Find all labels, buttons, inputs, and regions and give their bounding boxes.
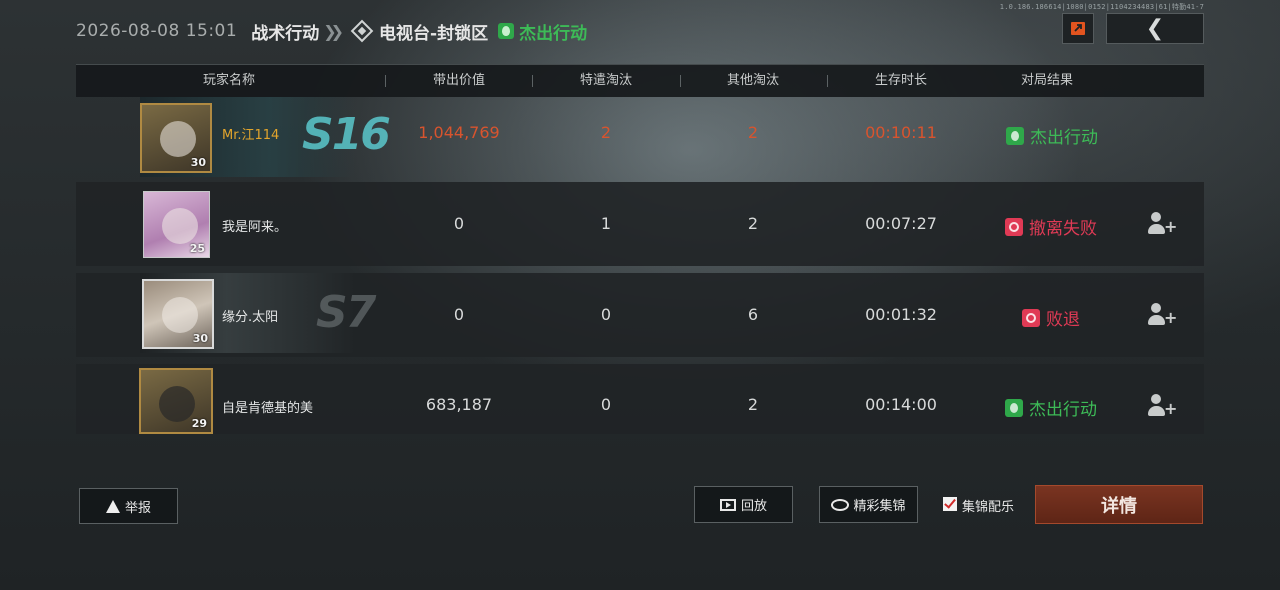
- player-name: Mr.江114: [222, 128, 280, 143]
- col-divider: [385, 75, 386, 87]
- season-badge: S16: [302, 109, 391, 160]
- replay-button[interactable]: 回放: [694, 486, 793, 523]
- table-row[interactable]: 29 自是肯德基的美 683,187 0 2 00:14:00 杰出行动 +: [76, 364, 1204, 434]
- col-other-elims: 其他淘汰: [726, 73, 779, 88]
- success-flame-icon: [1006, 126, 1024, 145]
- col-divider: [680, 75, 681, 87]
- warning-icon: [105, 499, 120, 513]
- special-elims-cell: 0: [600, 395, 612, 414]
- map-diamond-icon: [350, 19, 374, 43]
- survival-cell: 00:01:32: [865, 305, 937, 324]
- table-header: 玩家名称 带出价值 特遣淘汰 其他淘汰 生存时长 对局结果: [76, 64, 1204, 97]
- highlights-label: 精彩集锦: [853, 499, 906, 514]
- special-elims-cell: 2: [600, 123, 612, 142]
- result-label: 撤离失败: [1029, 219, 1097, 239]
- player-name: 缘分.太阳: [222, 310, 279, 325]
- fail-icon: [1022, 308, 1040, 327]
- col-survival: 生存时长: [874, 73, 927, 88]
- avatar: 30: [142, 279, 214, 349]
- other-elims-cell: 2: [747, 123, 759, 142]
- value-cell: 0: [453, 214, 465, 233]
- col-special-elims: 特遣淘汰: [579, 73, 632, 88]
- film-icon: [719, 498, 736, 511]
- col-value: 带出价值: [432, 73, 485, 88]
- result-label: 败退: [1046, 310, 1080, 330]
- other-elims-cell: 2: [747, 395, 759, 414]
- highlights-button[interactable]: 精彩集锦: [819, 486, 918, 523]
- table-row[interactable]: 25 我是阿来。 0 1 2 00:07:27 撤离失败 +: [76, 182, 1204, 266]
- player-level: 30: [190, 156, 206, 169]
- table-row[interactable]: S7 30 缘分.太阳 0 0 6 00:01:32 败退 +: [76, 273, 1204, 357]
- special-elims-cell: 1: [600, 214, 612, 233]
- success-flame-icon: [498, 23, 515, 39]
- chevron-right-icon: ❯❯: [323, 21, 344, 41]
- version-text: 1.0.186.186614|1080|0152|1104234483|61|特…: [999, 3, 1204, 11]
- result-cell: 撤离失败: [1005, 214, 1097, 239]
- details-button[interactable]: 详情: [1035, 485, 1203, 524]
- survival-cell: 00:07:27: [865, 214, 937, 233]
- avatar: 29: [139, 368, 213, 434]
- music-checkbox[interactable]: [943, 497, 957, 511]
- special-elims-cell: 0: [600, 305, 612, 324]
- player-level: 25: [189, 242, 205, 255]
- match-mode: 战术行动: [251, 23, 320, 44]
- season-badge: S7: [316, 287, 376, 338]
- match-map: 电视台-封锁区: [379, 23, 489, 44]
- details-label: 详情: [1101, 495, 1137, 517]
- add-friend-button[interactable]: +: [1148, 303, 1177, 327]
- add-friend-button[interactable]: +: [1148, 394, 1177, 418]
- value-cell: 0: [453, 305, 465, 324]
- chevron-left-icon: ❮: [1145, 16, 1165, 41]
- match-outcome: 杰出行动: [519, 23, 588, 44]
- col-divider: [532, 75, 533, 87]
- avatar: 30: [140, 103, 212, 173]
- player-level: 30: [192, 332, 208, 345]
- match-header: 2026-08-08 15:01 战术行动 ❯❯ 电视台-封锁区 杰出行动: [76, 18, 587, 44]
- fail-icon: [1005, 217, 1023, 236]
- result-cell: 败退: [1022, 305, 1080, 330]
- col-divider: [827, 75, 828, 87]
- result-cell: 杰出行动: [1006, 123, 1098, 148]
- music-label: 集锦配乐: [962, 500, 1015, 515]
- result-label: 杰出行动: [1030, 128, 1098, 148]
- table-row[interactable]: S16 30 Mr.江114 1,044,769 2 2 00:10:11 杰出…: [76, 97, 1204, 181]
- success-flame-icon: [1005, 398, 1023, 417]
- player-name: 我是阿来。: [222, 220, 288, 235]
- result-cell: 杰出行动: [1005, 395, 1097, 420]
- share-button[interactable]: [1062, 13, 1094, 44]
- back-button[interactable]: ❮: [1106, 13, 1204, 44]
- result-label: 杰出行动: [1029, 400, 1097, 420]
- match-datetime: 2026-08-08 15:01: [76, 21, 238, 41]
- player-name: 自是肯德基的美: [222, 401, 314, 416]
- report-button[interactable]: 举报: [79, 488, 178, 524]
- value-cell: 1,044,769: [418, 123, 500, 142]
- replay-label: 回放: [740, 499, 767, 514]
- avatar: 25: [143, 191, 210, 258]
- other-elims-cell: 6: [747, 305, 759, 324]
- add-friend-button[interactable]: +: [1148, 212, 1177, 236]
- survival-cell: 00:10:11: [865, 123, 937, 142]
- share-icon: [1071, 22, 1085, 35]
- report-label: 举报: [124, 500, 151, 516]
- highlight-reel-icon: [831, 498, 850, 511]
- survival-cell: 00:14:00: [865, 395, 937, 414]
- player-level: 29: [191, 417, 207, 430]
- value-cell: 683,187: [425, 395, 493, 414]
- other-elims-cell: 2: [747, 214, 759, 233]
- col-player-name: 玩家名称: [202, 73, 255, 88]
- col-result: 对局结果: [1020, 73, 1073, 88]
